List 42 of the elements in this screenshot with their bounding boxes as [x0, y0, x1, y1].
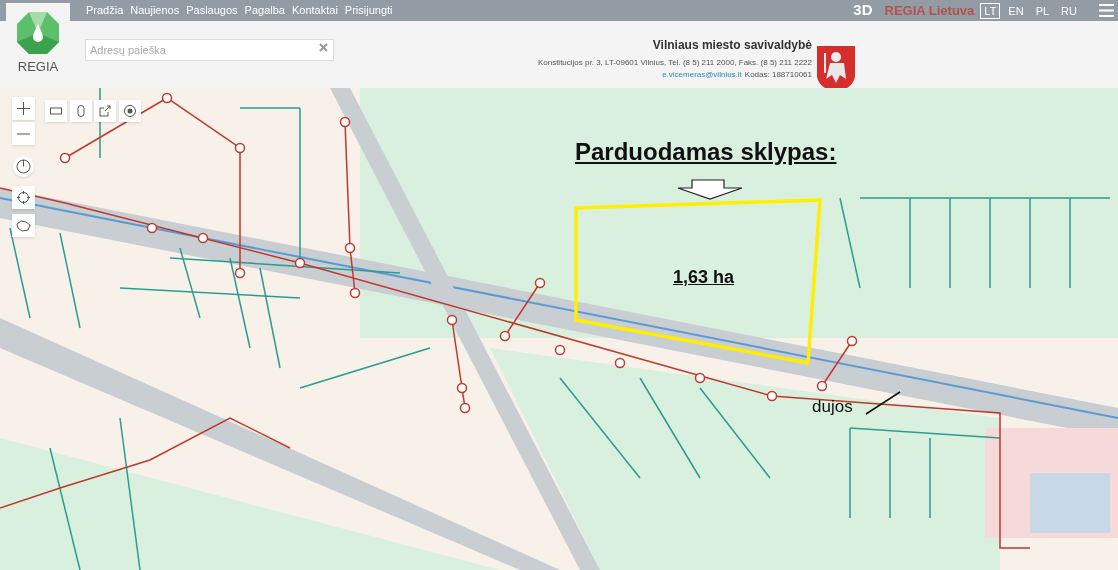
- logo-text: REGIA: [17, 58, 59, 76]
- leader-line: [865, 391, 901, 415]
- brand-link[interactable]: REGIA Lietuva: [884, 0, 975, 21]
- down-arrow-icon: [677, 179, 743, 200]
- country-button[interactable]: [12, 214, 35, 237]
- marker-icon: [75, 105, 87, 117]
- municipality-name: Vilniaus miesto savivaldybė: [652, 37, 812, 54]
- menu-icon[interactable]: [1099, 4, 1114, 17]
- ruler-icon: [50, 105, 62, 117]
- map-tool-button[interactable]: [45, 100, 67, 122]
- zoom-in-button[interactable]: [12, 97, 35, 120]
- plus-icon: [17, 102, 30, 115]
- municipality-code: Kodas: 188710061: [744, 69, 812, 81]
- search-field[interactable]: Adresų paieška: [85, 39, 334, 61]
- nav-link[interactable]: Pradžia: [86, 2, 124, 19]
- locate-button[interactable]: [12, 186, 35, 209]
- map-tool-button[interactable]: [70, 100, 92, 122]
- language-option[interactable]: EN: [1004, 2, 1028, 19]
- plot-area: 1,63 ha: [673, 264, 735, 291]
- logo-icon: [16, 11, 60, 55]
- nav-link[interactable]: Paslaugos: [186, 2, 238, 19]
- nav-link[interactable]: Prisijungti: [344, 2, 393, 19]
- nav-link[interactable]: Kontaktai: [291, 2, 338, 19]
- map-outline-icon: [16, 219, 31, 232]
- email-link[interactable]: e.vicemeras@vilnius.lt: [662, 69, 742, 81]
- language-option[interactable]: RU: [1057, 2, 1081, 19]
- gas-label: dujos: [812, 396, 853, 418]
- nav-link[interactable]: Naujienos: [130, 2, 180, 19]
- language-option[interactable]: PL: [1031, 2, 1054, 19]
- power-icon: [16, 159, 31, 174]
- minus-icon: [17, 132, 30, 135]
- nav-link[interactable]: Pagalba: [244, 2, 285, 19]
- 3d-toggle[interactable]: 3D: [853, 0, 873, 22]
- crosshair-icon: [17, 191, 30, 204]
- share-icon: [99, 105, 111, 117]
- map-tool-button[interactable]: [119, 100, 141, 122]
- compass-button[interactable]: [13, 156, 34, 177]
- clear-icon[interactable]: [319, 43, 328, 52]
- plot-title: Parduodamas sklypas:: [575, 137, 837, 167]
- target-icon: [124, 105, 136, 117]
- municipality-address: Konstitucijos pr. 3, LT-09601 Vilnius, Tel. (8 5) 211 2000, Faks. (8 5) 211 2222: [537, 57, 812, 69]
- language-option[interactable]: LT: [980, 2, 1001, 19]
